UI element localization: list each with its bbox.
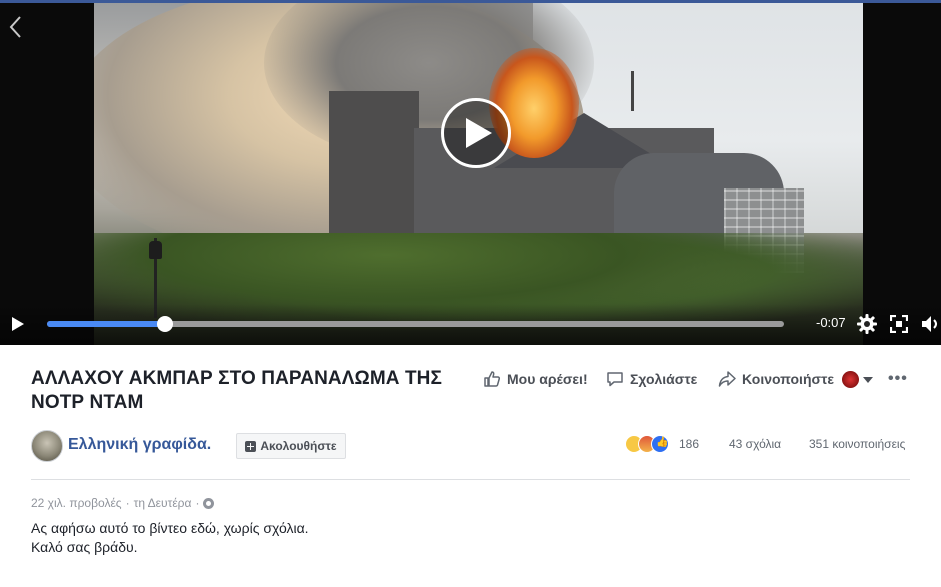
progress-knob[interactable] xyxy=(156,316,173,332)
like-label: Μου αρέσει! xyxy=(507,371,588,387)
video-lamp-head xyxy=(149,241,162,259)
divider xyxy=(31,479,910,480)
progress-fill xyxy=(47,321,165,327)
time-remaining: -0:07 xyxy=(816,315,846,330)
play-button[interactable] xyxy=(10,316,26,332)
page-avatar-small xyxy=(842,371,859,388)
shares-count-link[interactable]: 351 κοινοποιήσεις xyxy=(809,437,905,451)
like-button[interactable]: Μου αρέσει! xyxy=(483,369,588,389)
video-controls: -0:07 xyxy=(0,304,941,345)
follow-label: Ακολουθήστε xyxy=(260,439,337,453)
fullscreen-icon xyxy=(889,314,909,334)
post-date-link[interactable]: τη Δευτέρα xyxy=(134,496,192,510)
video-frame[interactable] xyxy=(94,3,863,345)
post-description: Ας αφήσω αυτό το βίντεο εδώ, χωρίς σχόλι… xyxy=(31,519,309,557)
comment-bubble-icon xyxy=(607,372,623,387)
description-line-1: Ας αφήσω αυτό το βίντεο εδώ, χωρίς σχόλι… xyxy=(31,520,309,536)
play-icon xyxy=(466,118,492,148)
fullscreen-button[interactable] xyxy=(889,314,909,334)
meta-separator: · xyxy=(125,496,130,510)
plus-icon xyxy=(245,440,257,452)
description-line-2: Καλό σας βράδυ. xyxy=(31,539,138,555)
caret-down-icon xyxy=(863,377,873,383)
post-as-selector[interactable] xyxy=(842,370,874,388)
reactions-count[interactable]: 186 xyxy=(679,437,699,451)
share-button[interactable]: Κοινοποιήστε xyxy=(718,369,834,389)
page-name-link[interactable]: Ελληνική γραφίδα. xyxy=(68,436,211,454)
play-overlay-button[interactable] xyxy=(441,98,511,168)
meta-separator-2: · xyxy=(195,496,200,510)
volume-button[interactable] xyxy=(921,314,941,334)
back-button[interactable] xyxy=(6,14,26,40)
progress-bar[interactable] xyxy=(47,316,784,332)
comment-button[interactable]: Σχολιάστε xyxy=(606,369,697,389)
volume-icon xyxy=(922,316,937,332)
play-icon xyxy=(12,317,24,331)
thumbs-up-icon xyxy=(484,371,501,387)
like-reaction-icon: 👍 xyxy=(651,435,669,453)
post-meta: 22 χιλ. προβολές · τη Δευτέρα · xyxy=(31,496,215,510)
comment-label: Σχολιάστε xyxy=(630,371,698,387)
post-title: ΑΛΛΑΧΟΥ ΑΚΜΠΑΡ ΣΤΟ ΠΑΡΑΝΑΛΩΜΑ ΤΗΣ ΝΟΤΡ Ν… xyxy=(31,368,442,413)
comments-count-link[interactable]: 43 σχόλια xyxy=(729,437,781,451)
ellipsis-icon: ••• xyxy=(888,370,908,387)
views-count: 22 χιλ. προβολές xyxy=(31,496,122,510)
share-label: Κοινοποιήστε xyxy=(742,371,834,387)
video-cross-spire xyxy=(631,71,634,111)
chevron-left-icon xyxy=(9,16,21,38)
share-arrow-icon xyxy=(718,371,736,387)
settings-button[interactable] xyxy=(856,313,878,335)
page-avatar[interactable] xyxy=(31,430,63,462)
globe-icon[interactable] xyxy=(203,497,215,509)
more-options-button[interactable]: ••• xyxy=(888,370,908,388)
follow-button[interactable]: Ακολουθήστε xyxy=(236,433,346,459)
gear-icon xyxy=(857,314,877,334)
video-player[interactable]: -0:07 xyxy=(0,0,941,345)
